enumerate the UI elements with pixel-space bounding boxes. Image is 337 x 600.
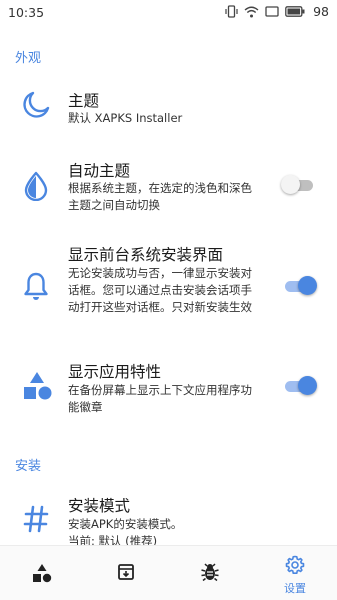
pref-auto-theme[interactable]: 自动主题 根据系统主题，在选定的浅色和深色主题之间自动切换 [0, 152, 337, 220]
bottom-navigation: 设置 [0, 545, 337, 600]
bug-icon [201, 563, 219, 582]
show-install-ui-toggle[interactable] [283, 275, 317, 297]
section-header-appearance: 外观 [15, 51, 42, 66]
status-time: 10:35 [8, 5, 45, 20]
toggle-thumb [281, 175, 300, 194]
pref-theme-title: 主题 [68, 92, 100, 110]
pref-install-mode[interactable]: 安装模式 安装APK的安装模式。 当前: 默认 (推荐) [0, 490, 337, 546]
gear-icon [285, 555, 305, 574]
pref-app-features-summary: 在备份屏幕上显示上下文应用程序功能徽章 [68, 383, 252, 414]
pref-install-mode-title: 安装模式 [68, 497, 131, 515]
pref-theme[interactable]: 主题 默认 XAPKS Installer [0, 78, 337, 140]
status-icons: 98 [225, 4, 329, 19]
pref-show-install-ui-title: 显示前台系统安装界面 [68, 246, 224, 264]
toggle-thumb [298, 376, 317, 395]
shapes-icon [33, 564, 52, 583]
bell-icon [24, 272, 48, 300]
nav-debug[interactable] [168, 546, 252, 600]
vibrate-icon [225, 5, 238, 18]
pref-app-features-title: 显示应用特性 [68, 363, 162, 381]
section-header-install: 安装 [15, 459, 42, 474]
pref-show-install-ui-summary: 无论安装成功与否，一律显示安装对话框。您可以通过点击安装会话项手动打开这些对话框… [68, 266, 252, 314]
pref-theme-summary: 默认 XAPKS Installer [68, 111, 183, 125]
nav-backups[interactable] [84, 546, 168, 600]
screen-icon [265, 6, 279, 17]
nav-settings-label: 设置 [284, 582, 306, 595]
moon-icon [23, 91, 50, 118]
battery-icon [285, 6, 305, 17]
pref-install-mode-summary-1: 安装APK的安装模式。 [68, 517, 183, 531]
pref-app-features[interactable]: 显示应用特性 在备份屏幕上显示上下文应用程序功能徽章 [0, 355, 337, 417]
hash-icon [23, 505, 49, 533]
app-features-toggle[interactable] [283, 375, 317, 397]
nav-settings[interactable]: 设置 [253, 546, 337, 600]
toggle-thumb [298, 276, 317, 295]
nav-apps[interactable] [0, 546, 84, 600]
pref-show-install-ui[interactable]: 显示前台系统安装界面 无论安装成功与否，一律显示安装对话框。您可以通过点击安装会… [0, 240, 337, 334]
status-bar: 10:35 98 [0, 0, 337, 26]
pref-auto-theme-summary: 根据系统主题，在选定的浅色和深色主题之间自动切换 [68, 181, 252, 212]
battery-level: 98 [313, 4, 329, 19]
pref-auto-theme-title: 自动主题 [68, 162, 131, 180]
wifi-icon [244, 6, 259, 17]
water-drop-icon [24, 171, 48, 201]
auto-theme-toggle[interactable] [281, 174, 315, 196]
shapes-icon [24, 372, 52, 400]
archive-icon [118, 564, 134, 580]
